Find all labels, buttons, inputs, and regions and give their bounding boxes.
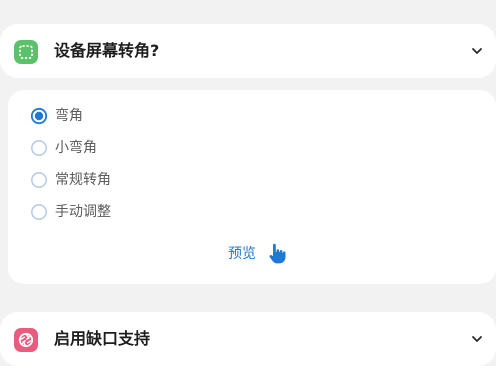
- corner-option-label: 小弯角: [55, 140, 97, 156]
- rounded-square-icon: [14, 40, 38, 64]
- screen-corner-header[interactable]: 设备屏幕转角?: [0, 24, 496, 78]
- aperture-icon: [14, 328, 38, 352]
- notch-support-header[interactable]: 启用缺口支持: [0, 312, 496, 366]
- corner-option-label: 弯角: [55, 108, 83, 124]
- chevron-down-icon[interactable]: [470, 332, 484, 346]
- corner-option-label: 手动调整: [55, 204, 111, 220]
- radio-icon[interactable]: [30, 171, 48, 189]
- notch-support-title: 启用缺口支持: [54, 329, 151, 348]
- radio-icon[interactable]: [30, 139, 48, 157]
- corner-options-panel: 弯角 小弯角 常规转角 手动调整 预览: [8, 90, 496, 284]
- radio-icon[interactable]: [30, 203, 48, 221]
- preview-label: 预览: [228, 246, 256, 262]
- radio-selected-icon[interactable]: [30, 107, 48, 125]
- corner-option-label: 常规转角: [55, 172, 111, 188]
- screen-corner-title: 设备屏幕转角?: [54, 41, 160, 60]
- hand-pointer-icon: [269, 243, 286, 264]
- chevron-down-icon[interactable]: [470, 44, 484, 58]
